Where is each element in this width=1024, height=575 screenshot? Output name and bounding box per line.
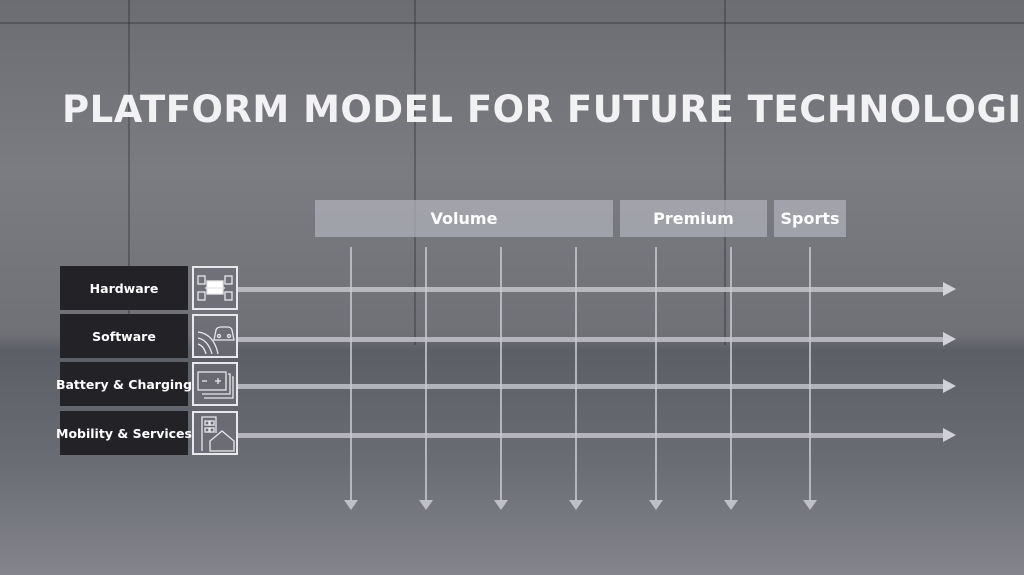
row-label-software: Software (60, 314, 188, 358)
down-arrow (649, 247, 663, 510)
row-label-mobility: Mobility & Services (56, 411, 192, 455)
battery-icon (192, 362, 238, 406)
segment-premium: Premium (620, 200, 767, 237)
right-arrow (238, 428, 956, 442)
segment-volume: Volume (315, 200, 613, 237)
page-title: PLATFORM MODEL FOR FUTURE TECHNOLOGIES (62, 88, 1024, 131)
right-arrow (238, 332, 956, 346)
down-arrow (803, 247, 817, 510)
chassis-icon (192, 266, 238, 310)
row-label-battery: Battery & Charging (56, 362, 192, 406)
row-label-hardware: Hardware (60, 266, 188, 310)
down-arrow (419, 247, 433, 510)
down-arrow (494, 247, 508, 510)
connected-car-icon (192, 314, 238, 358)
wall-seam (724, 0, 726, 345)
right-arrow (238, 282, 956, 296)
right-arrow (238, 379, 956, 393)
wall-seam (414, 0, 416, 345)
segment-sports: Sports (774, 200, 846, 237)
wall-seam (0, 22, 1024, 24)
building-house-icon (192, 411, 238, 455)
down-arrow (724, 247, 738, 510)
down-arrow (344, 247, 358, 510)
down-arrow (569, 247, 583, 510)
